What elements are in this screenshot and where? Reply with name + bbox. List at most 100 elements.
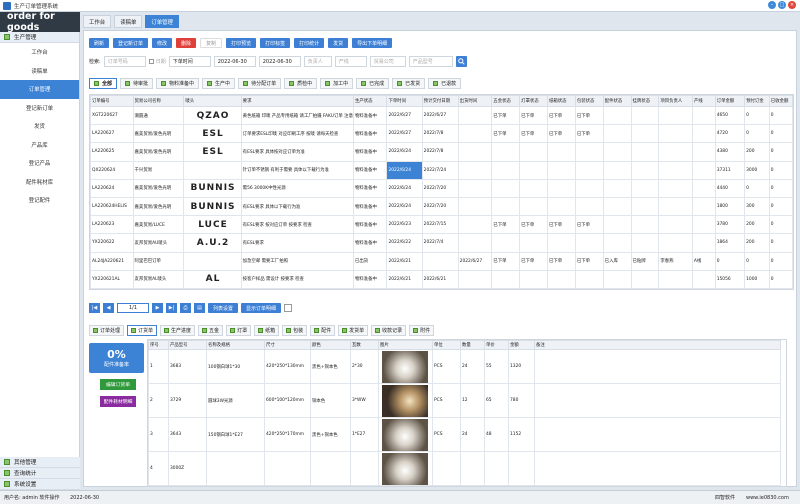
btab-attachments[interactable]: 附件 [409, 325, 435, 336]
table-row[interactable]: LA220625 嘉美贸易/爱色光明 ESL 有ESL要求 具体按对应订单为准 物料准备… [90, 142, 793, 162]
order-number-input[interactable]: 订单号码 [103, 56, 146, 67]
prev-page-icon[interactable]: ◀ [103, 303, 114, 313]
company-select[interactable]: 贸易公司 [369, 56, 406, 67]
detail-header[interactable]: 数量 [460, 340, 485, 350]
btab-shipping[interactable]: 发货单 [338, 325, 369, 336]
sidebar-item-register-part[interactable]: 登记配件 [0, 191, 79, 210]
sidebar-item-orders[interactable]: 订单管理 [0, 80, 79, 99]
table-row[interactable]: LA220624 嘉美贸易/爱色光明 BUNNIS 需56 3000K中性光源 物料准备… [90, 178, 793, 198]
show-details-button[interactable]: 显示订单明细 [241, 303, 282, 313]
export-icon[interactable]: ▤ [194, 303, 205, 313]
search-button[interactable] [455, 56, 467, 67]
detail-header[interactable]: 颜色 [310, 340, 351, 350]
copy-button[interactable]: 复制 [200, 38, 223, 48]
details-checkbox[interactable] [284, 304, 293, 312]
detail-row[interactable]: 2 3729 圆球3W光源 600*100*120mm 铜本色 3*WW PCS 12 65 78… [148, 383, 781, 418]
status-tab-all[interactable]: 全部 [89, 78, 118, 89]
grid-header[interactable]: 预付订金 [744, 95, 770, 107]
sidebar-item-new-order[interactable]: 登记新订单 [0, 99, 79, 118]
detail-header[interactable]: 产品型号 [168, 340, 207, 350]
table-row[interactable]: LA220623 嘉美贸易/LUCE LUCE 有ESL要求 按对应订单 按要求 检查… [90, 215, 793, 235]
status-tab-unassigned[interactable]: 待分配订单 [238, 78, 282, 89]
sidebar-group-query[interactable]: 查询统计 [0, 468, 80, 479]
status-tab-shipped[interactable]: 已发货 [392, 78, 426, 89]
close-icon[interactable]: × [788, 1, 796, 9]
edit-button[interactable]: 修改 [152, 38, 173, 48]
tab-orders[interactable]: 订单管理 [145, 15, 179, 28]
sidebar-item-workbench[interactable]: 工作台 [0, 43, 79, 62]
date-from-field[interactable]: 2022-06-30 [213, 56, 256, 67]
detail-header[interactable]: 单位 [432, 340, 461, 350]
detail-row[interactable]: 3 3643 150钢白球1*E27 420*250*170mm 黑色+铜本色 1*E27… [148, 417, 781, 452]
grid-header[interactable]: 灯罩状态 [519, 95, 548, 107]
status-tab-pending[interactable]: 待审批 [120, 78, 154, 89]
first-page-icon[interactable]: |◀ [89, 303, 100, 313]
grid-header[interactable]: 生产状态 [352, 95, 388, 107]
status-tab-materials[interactable]: 物料准备中 [156, 78, 200, 89]
delete-button[interactable]: 删除 [176, 38, 197, 48]
print-label-button[interactable]: 打印标签 [260, 38, 291, 48]
table-row[interactable]: YX220622 友邦贸易AU唛头 A.U.2 有ESL要求 物料准备中 2022/6/2… [90, 233, 793, 253]
grid-header[interactable]: 订单编号 [90, 95, 134, 107]
detail-header[interactable]: 图片 [378, 340, 433, 350]
date-type-select[interactable]: 下单时间 [168, 56, 211, 67]
grid-header[interactable]: 纸箱状态 [546, 95, 576, 107]
btab-payments[interactable]: 收款记录 [371, 325, 407, 336]
print-icon[interactable]: ⎙ [180, 303, 191, 313]
print-stats-button[interactable]: 打印统计 [294, 38, 325, 48]
sidebar-group-settings[interactable]: 系统设置 [0, 479, 80, 490]
grid-header[interactable]: 挂牌状态 [630, 95, 660, 107]
tab-reading[interactable]: 读稿单 [114, 15, 143, 28]
table-row[interactable]: QX220624 千兴贸易 针订单不锈钢 有利于需要 具体以下载行为准 物料准备中 20… [90, 160, 793, 180]
grid-header[interactable]: 要求 [240, 95, 354, 107]
btab-parts[interactable]: 配件 [310, 325, 336, 336]
grid-header[interactable]: 包装状态 [574, 95, 604, 107]
grid-header[interactable]: 预计交付日期 [421, 95, 459, 107]
status-tab-refunded[interactable]: 已退款 [428, 78, 462, 89]
btab-packing[interactable]: 包装 [282, 325, 308, 336]
last-page-icon[interactable]: ▶| [166, 303, 177, 313]
edit-order-sheet-button[interactable]: 编辑订货单 [100, 379, 136, 390]
grid-header[interactable]: 五金状态 [491, 95, 521, 107]
btab-order-sheet[interactable]: 订货单 [127, 325, 158, 336]
status-tab-qc[interactable]: 加工中 [320, 78, 354, 89]
grid-header[interactable]: 产线 [691, 95, 716, 107]
maximize-icon[interactable]: □ [778, 1, 786, 9]
detail-header[interactable]: 尺寸 [264, 340, 311, 350]
detail-row[interactable]: 1 3683 100钢白球1*30 420*250*130mm 黑色+铜本色 2*30 PC… [148, 349, 781, 384]
table-row[interactable]: LA220627 嘉美贸易/爱色光明 ESL 订单要求ESL印唛 对应印刷工序 按唛 … [90, 124, 793, 144]
detail-row[interactable]: 4 3000Z [148, 451, 781, 486]
btab-order-process[interactable]: 订单处理 [89, 325, 125, 336]
status-tab-producing[interactable]: 质检中 [284, 78, 318, 89]
btab-carton[interactable]: 纸箱 [254, 325, 280, 336]
date-checkbox[interactable]: 日期 [148, 58, 166, 65]
next-page-icon[interactable]: ▶ [152, 303, 163, 313]
sidebar-item-register-product[interactable]: 登记产品 [0, 154, 79, 173]
ship-button[interactable]: 发货 [328, 38, 349, 48]
tab-workbench[interactable]: 工作台 [83, 15, 112, 28]
date-to-field[interactable]: 2022-06-30 [258, 56, 301, 67]
sidebar-item-parts[interactable]: 配件耗材库 [0, 173, 79, 192]
detail-header[interactable]: 单价 [484, 340, 509, 350]
parts-detail-button[interactable]: 配件耗材明细 [100, 396, 136, 407]
grid-header[interactable]: 已收金额 [768, 95, 793, 107]
grid-header[interactable]: 出货时间 [457, 95, 493, 107]
list-settings-button[interactable]: 列表设置 [208, 303, 239, 313]
sidebar-item-reading[interactable]: 读稿单 [0, 62, 79, 81]
model-input[interactable]: 产品型号 [408, 56, 453, 67]
sidebar-item-shipping[interactable]: 发货 [0, 117, 79, 136]
grid-header[interactable]: 配件状态 [602, 95, 632, 107]
table-row[interactable]: LA220624HELIS 嘉美贸易/爱色光明 BUNNIS 有ESL要求 具体以下载… [90, 196, 793, 217]
table-row[interactable]: XGT220627 潮圆通 QZAO 黄色纸箱 印唛 产品专用纸箱 请工厂拍摄 FAK… [90, 105, 793, 126]
detail-header[interactable]: 备注 [534, 340, 781, 350]
sidebar-item-products[interactable]: 产品库 [0, 136, 79, 155]
grid-header[interactable]: 订单金额 [714, 95, 746, 107]
order-detail-grid[interactable]: 序号 产品型号 名称及规格 尺寸 颜色 瓦数 图片 单位 数量 单价 金额 备注 1 3683 100钢白… [147, 339, 787, 487]
detail-header[interactable]: 金额 [508, 340, 535, 350]
detail-header[interactable]: 名称及规格 [206, 340, 265, 350]
refresh-button[interactable]: 刷新 [89, 38, 110, 48]
orders-grid[interactable]: 订单编号 贸易公司名称 唛头 要求 生产状态 下单时间 预计交付日期 出货时间 五金状态 灯罩状态… [89, 94, 794, 290]
product-line-select[interactable]: 产线 [334, 56, 367, 67]
grid-header[interactable]: 贸易公司名称 [132, 95, 185, 107]
detail-header[interactable]: 瓦数 [350, 340, 379, 350]
